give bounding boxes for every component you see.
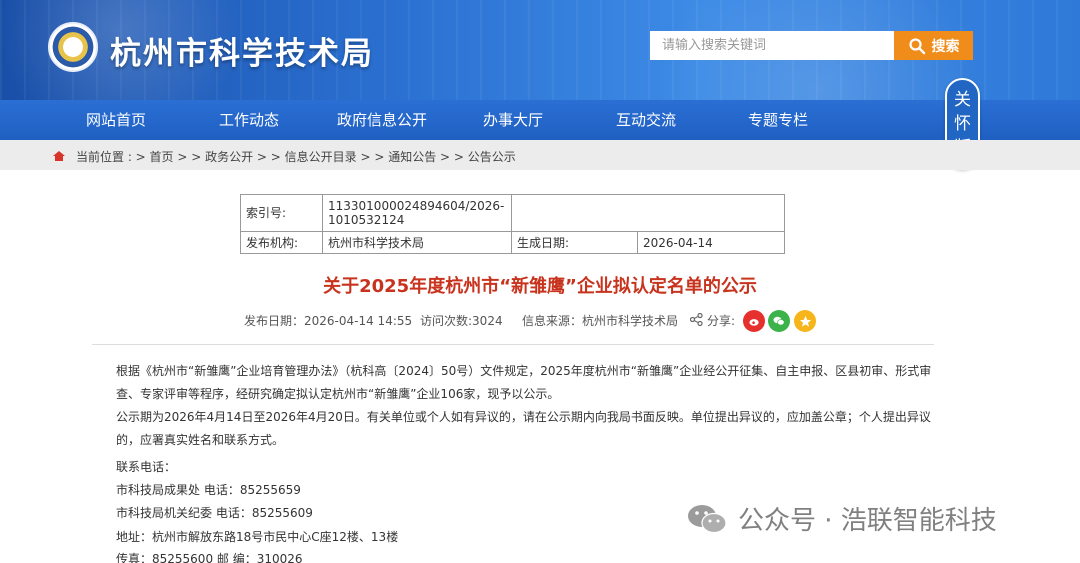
watermark: 公众号 · 浩联智能科技 bbox=[686, 500, 997, 537]
empty-cell bbox=[511, 194, 785, 232]
fax-line: 传真：85255600 邮 编：310026 bbox=[116, 552, 303, 563]
publisher-label: 发布机构: bbox=[240, 231, 323, 254]
index-value: 113301000024894604/2026-1010532124 bbox=[322, 194, 512, 232]
site-title[interactable]: 杭州市科学技术局 bbox=[110, 28, 374, 73]
article-title: 关于2025年度杭州市“新雏鹰”企业拟认定名单的公示 bbox=[323, 276, 757, 297]
search-button-label: 搜索 bbox=[931, 38, 960, 55]
nav-item-home[interactable]: 网站首页 bbox=[86, 100, 146, 140]
content-divider bbox=[92, 344, 934, 345]
home-icon bbox=[53, 151, 65, 161]
contact-line-2: 市科技局机关纪委 电话：85255609 bbox=[116, 506, 313, 520]
nav-item-service-hall[interactable]: 办事大厅 bbox=[483, 100, 543, 140]
date-value: 2026-04-14 bbox=[637, 231, 785, 254]
publish-date: 发布日期：2026-04-14 14:55 bbox=[244, 314, 413, 328]
wechat-watermark-icon bbox=[688, 504, 727, 533]
publisher-value: 杭州市科学技术局 bbox=[322, 231, 512, 254]
search-button[interactable]: 搜索 bbox=[894, 31, 973, 60]
address-line: 地址：杭州市解放东路18号市民中心C座12楼、13楼 bbox=[116, 530, 399, 544]
body-paragraph-2: 公示期为2026年4月14日至2026年4月20日。有关单位或个人如有异议的，请… bbox=[116, 406, 936, 452]
para1-text: 根据《杭州市“新雏鹰”企业培育管理办法》（杭科高〔2024〕50号）文件规定，2… bbox=[116, 364, 932, 401]
search-input[interactable] bbox=[650, 31, 894, 60]
info-source: 信息来源：杭州市科学技术局 bbox=[522, 314, 679, 328]
share-label: 分享: bbox=[707, 314, 736, 328]
share-icon bbox=[690, 313, 703, 326]
weibo-share-icon[interactable] bbox=[743, 310, 765, 332]
visit-count: 访问次数:3024 bbox=[420, 314, 503, 328]
date-label: 生成日期: bbox=[511, 231, 638, 254]
contact-line-1: 市科技局成果处 电话：85255659 bbox=[116, 483, 301, 497]
search-icon bbox=[908, 37, 926, 55]
info-table: 索引号: 113301000024894604/2026-1010532124 … bbox=[240, 194, 785, 254]
body-paragraph-1: 根据《杭州市“新雏鹰”企业培育管理办法》（杭科高〔2024〕50号）文件规定，2… bbox=[116, 360, 936, 406]
breadcrumb[interactable]: 当前位置 : > 首页 > > 政务公开 > > 信息公开目录 > > 通知公告… bbox=[76, 148, 516, 165]
nav-item-work-news[interactable]: 工作动态 bbox=[219, 100, 279, 140]
contact-title: 联系电话： bbox=[116, 460, 177, 474]
wechat-share-icon[interactable] bbox=[768, 310, 790, 332]
nav-item-interaction[interactable]: 互动交流 bbox=[616, 100, 676, 140]
bureau-logo[interactable] bbox=[48, 22, 98, 72]
nav-item-gov-info[interactable]: 政府信息公开 bbox=[337, 100, 427, 140]
para2-text: 公示期为2026年4月14日至2026年4月20日。有关单位或个人如有异议的，请… bbox=[116, 410, 931, 447]
care-char-2: 怀 bbox=[954, 114, 971, 134]
qzone-share-icon[interactable] bbox=[794, 310, 816, 332]
index-label: 索引号: bbox=[240, 194, 323, 232]
watermark-text: 公众号 · 浩联智能科技 bbox=[738, 506, 997, 536]
main-nav: 网站首页 工作动态 政府信息公开 办事大厅 互动交流 专题专栏 bbox=[0, 100, 1080, 140]
care-char-1: 关 bbox=[954, 90, 971, 110]
nav-item-special-topics[interactable]: 专题专栏 bbox=[748, 100, 808, 140]
